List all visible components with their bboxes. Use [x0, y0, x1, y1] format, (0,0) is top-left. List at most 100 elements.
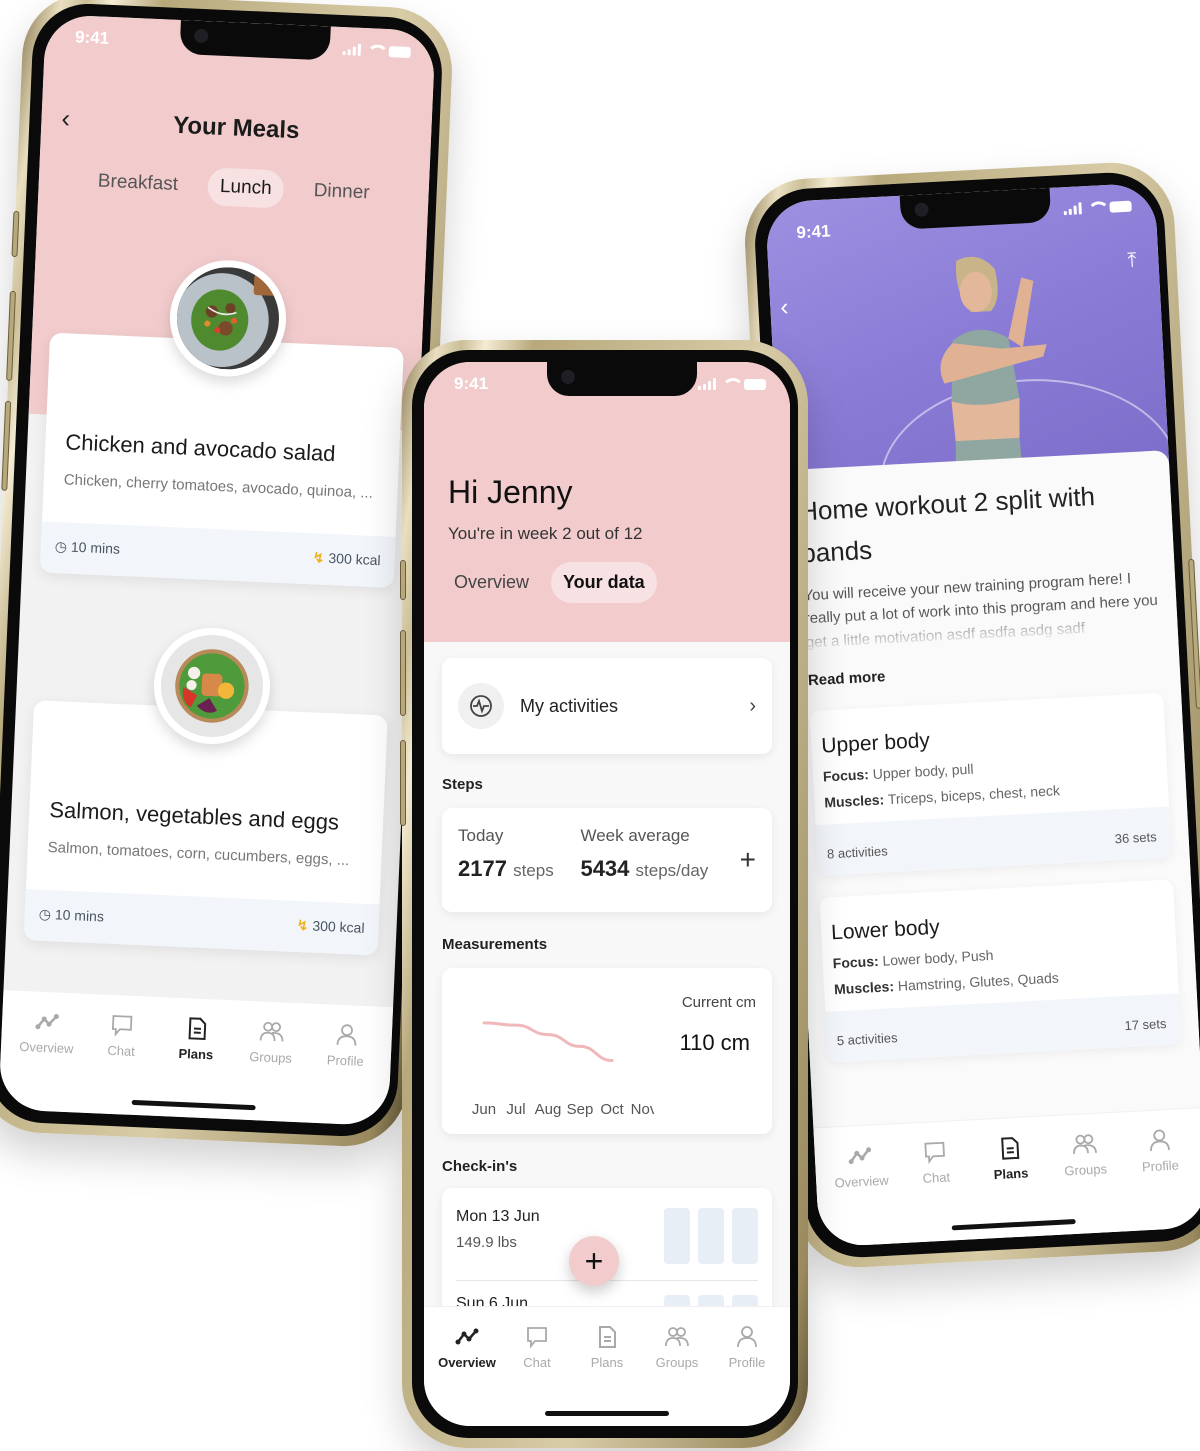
steps-today-value: 2177	[458, 856, 507, 881]
groups-icon	[665, 1327, 689, 1347]
my-activities-card[interactable]: My activities ›	[442, 658, 772, 754]
nav-label: Plans	[993, 1165, 1029, 1183]
split-sets: 17 sets	[1124, 1015, 1167, 1034]
nav-profile[interactable]: Profile	[1127, 1127, 1194, 1231]
program-progress: You're in week 2 out of 12	[448, 524, 643, 543]
x-tick-label: Jun	[472, 1101, 496, 1118]
phone-dashboard: 9:41 Hi Jenny You're in week 2 out of 12…	[400, 340, 808, 1448]
nav-label: Groups	[248, 1048, 293, 1066]
muscles-value: Triceps, biceps, chest, neck	[887, 782, 1061, 808]
share-upload-icon[interactable]: ⤒	[1127, 249, 1137, 272]
nav-label: Profile	[1141, 1157, 1180, 1175]
x-tick-label: Aug	[535, 1101, 562, 1118]
clock-icon: ◷	[38, 905, 52, 923]
nav-overview[interactable]: Overview	[436, 1325, 498, 1426]
notch	[179, 19, 331, 61]
meal-card[interactable]: Salmon, vegetables and eggs Salmon, toma…	[23, 625, 388, 956]
volume-down-button	[400, 740, 406, 826]
document-icon	[599, 1326, 616, 1348]
dashboard-screen: 9:41 Hi Jenny You're in week 2 out of 12…	[424, 362, 790, 1426]
document-icon	[188, 1017, 207, 1041]
meal-time: ◷ 10 mins	[55, 538, 121, 558]
steps-week-unit: steps/day	[635, 861, 709, 880]
camera	[193, 28, 209, 44]
meal-card[interactable]: Chicken and avocado salad Chicken, cherr…	[39, 257, 404, 588]
nav-label: Plans	[178, 1045, 214, 1063]
battery-icon	[744, 379, 766, 390]
muscles-label: Muscles:	[823, 791, 885, 811]
measurement-line	[482, 1021, 614, 1062]
nav-label: Groups	[655, 1355, 699, 1370]
status-icons	[698, 378, 766, 390]
greeting: Hi Jenny	[448, 474, 573, 510]
camera	[561, 370, 575, 384]
signal-icon	[342, 43, 362, 56]
meal-footer: ◷ 10 mins ↯ 300 kcal	[23, 889, 380, 956]
volume-down-button	[1, 400, 12, 491]
meals-screen: 9:41 ‹ Your Meals Breakfast Lunch Dinner	[0, 14, 436, 1127]
groups-icon	[1072, 1134, 1097, 1154]
tab-breakfast[interactable]: Breakfast	[85, 162, 191, 205]
status-time: 9:41	[74, 27, 110, 48]
focus-value: Upper body, pull	[872, 760, 974, 782]
steps-today: Today 2177 steps	[458, 826, 580, 894]
add-steps-button[interactable]: +	[740, 844, 756, 876]
measurements-card[interactable]: Jun Jul Aug Sep Oct Nov Current cm 110 cm	[442, 968, 772, 1134]
status-time: 9:41	[454, 374, 489, 393]
focus-label: Focus:	[822, 766, 870, 785]
split-sets: 36 sets	[1114, 829, 1157, 847]
measurement-chart: Jun Jul Aug Sep Oct Nov	[472, 1021, 654, 1118]
split-muscles: Muscles: Triceps, biceps, chest, neck	[824, 777, 1158, 810]
split-activities: 5 activities	[836, 1029, 898, 1049]
mute-switch	[11, 210, 20, 258]
nav-profile[interactable]: Profile	[312, 1022, 378, 1126]
split-card[interactable]: Lower body Focus: Lower body, Push Muscl…	[819, 879, 1182, 1063]
signal-icon	[698, 378, 716, 390]
current-measurement-value: 110 cm	[679, 1030, 750, 1055]
steps-today-label: Today	[458, 826, 504, 845]
heartbeat-icon	[470, 695, 492, 717]
chat-bubble-icon	[112, 1015, 133, 1037]
nav-label: Overview	[438, 1355, 496, 1370]
tab-dinner[interactable]: Dinner	[301, 171, 383, 212]
workout-title: Home workout 2 split with bands	[798, 480, 1096, 568]
bolt-icon: ↯	[312, 549, 325, 566]
battery-icon	[388, 46, 411, 59]
split-name: Upper body	[820, 728, 931, 758]
back-button[interactable]: ‹	[780, 294, 789, 322]
meal-calories-value: 300 kcal	[328, 549, 381, 569]
nav-overview[interactable]: Overview	[829, 1143, 896, 1247]
tab-overview[interactable]: Overview	[442, 562, 541, 603]
status-time: 9:41	[796, 221, 831, 243]
home-indicator[interactable]	[545, 1411, 669, 1416]
document-icon	[1001, 1137, 1020, 1160]
steps-card: Today 2177 steps Week average 5434 steps…	[442, 808, 772, 912]
wifi-icon	[367, 44, 384, 57]
steps-week-average: Week average 5434 steps/day	[580, 826, 739, 894]
nav-label: Profile	[728, 1355, 766, 1370]
overview-graph-icon	[455, 1328, 479, 1345]
nav-profile[interactable]: Profile	[716, 1325, 778, 1426]
nav-label: Chat	[523, 1355, 551, 1370]
split-card[interactable]: Upper body Focus: Upper body, pull Muscl…	[809, 692, 1172, 876]
mute-switch	[400, 560, 406, 600]
split-activities: 8 activities	[826, 843, 889, 862]
tab-your-data[interactable]: Your data	[551, 562, 657, 603]
current-measurement-label: Current cm	[681, 994, 756, 1011]
chat-bubble-icon	[924, 1141, 946, 1165]
tab-lunch[interactable]: Lunch	[207, 167, 285, 209]
measurements-section-label: Measurements	[442, 936, 548, 953]
checkin-date: Mon 13 Jun	[456, 1208, 540, 1225]
groups-icon	[259, 1021, 284, 1042]
chevron-right-icon: ›	[749, 694, 756, 717]
add-checkin-button[interactable]: +	[569, 1236, 619, 1286]
nav-overview[interactable]: Overview	[13, 1009, 79, 1113]
steps-week-value: 5434	[580, 856, 630, 881]
nav-label: Overview	[19, 1038, 74, 1057]
profile-icon	[336, 1024, 356, 1046]
steps-today-unit: steps	[513, 861, 554, 880]
nav-label: Groups	[1064, 1161, 1108, 1179]
meal-time: ◷ 10 mins	[38, 906, 104, 926]
read-more-link[interactable]: Read more	[808, 654, 1162, 689]
photo-placeholder	[698, 1208, 724, 1264]
